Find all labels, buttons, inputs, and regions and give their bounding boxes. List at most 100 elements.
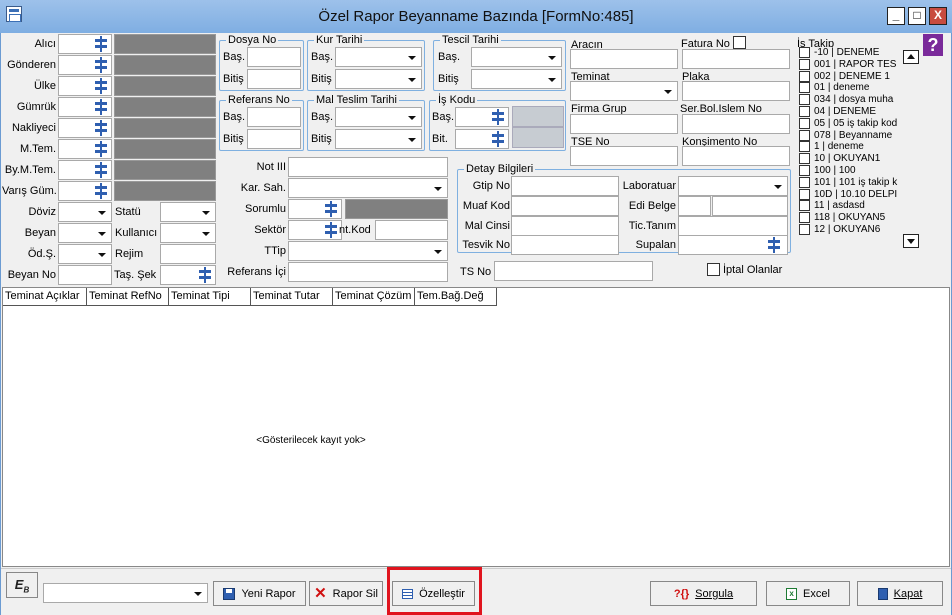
supalan-picker-icon[interactable] [765,236,783,254]
fatura-checkbox[interactable] [733,36,746,49]
list-scroll-down-button[interactable] [903,234,919,248]
beyan-dropdown[interactable] [58,223,112,243]
list-item-checkbox[interactable] [799,70,810,82]
list-item-checkbox[interactable] [799,82,810,94]
muaf-input[interactable] [511,196,619,216]
list-item[interactable]: 034 | dosya muha [797,94,921,106]
kons-input[interactable] [682,146,790,166]
mal-bas-date[interactable] [335,107,422,127]
teminat-dropdown[interactable] [570,81,678,101]
ttip-dropdown[interactable] [288,241,448,261]
rapor-sil-button[interactable]: ✕ Rapor Sil [309,581,383,606]
list-item[interactable]: 101 | 101 iş takip k [797,176,921,189]
kur-bas-date[interactable] [335,47,422,67]
list-item-checkbox[interactable] [799,58,810,70]
tic-input[interactable] [678,216,788,236]
tse-input[interactable] [570,146,678,166]
list-item[interactable]: 118 | OKUYAN5 [797,212,921,224]
gonderen-picker-icon[interactable] [92,56,110,74]
sorumlu-picker-icon[interactable] [322,200,340,218]
rejim-input[interactable] [160,244,216,264]
kapat-button[interactable]: Kapat [857,581,943,606]
list-item[interactable]: 05 | 05 iş takip kod [797,117,921,130]
mal-cinsi-input[interactable] [511,216,619,236]
kur-bitis-date[interactable] [335,69,422,89]
iptal-checkbox[interactable] [707,263,720,276]
grid-col-header[interactable]: Tem.Bağ.Değ [415,288,497,306]
grid-col-header[interactable]: Teminat Tipi [169,288,251,306]
referans-bitis-input[interactable] [247,129,301,149]
firma-input[interactable] [570,114,678,134]
list-item[interactable]: 01 | deneme [797,82,921,94]
list-item[interactable]: 078 | Beyanname [797,129,921,142]
doviz-dropdown[interactable] [58,202,112,222]
grid-col-header[interactable]: Teminat Çözüm [333,288,415,306]
report-select-dropdown[interactable] [43,583,208,603]
list-item-checkbox[interactable] [799,188,810,200]
list-item-checkbox[interactable] [799,164,810,176]
tescil-bitis-date[interactable] [471,69,562,89]
tescil-bas-date[interactable] [471,47,562,67]
logo-icon[interactable]: EB [6,572,38,598]
list-item-checkbox[interactable] [799,176,810,188]
list-item[interactable]: 100 | 100 [797,164,921,177]
referans-ici-input[interactable] [288,262,448,282]
mtem-picker-icon[interactable] [92,140,110,158]
list-item-checkbox[interactable] [799,153,810,165]
iskodu-bit-picker-icon[interactable] [489,130,507,148]
list-item-checkbox[interactable] [799,129,810,141]
referans-bas-input[interactable] [247,107,301,127]
edi-input-1[interactable] [678,196,711,216]
iskodu-bas-picker-icon[interactable] [489,108,507,126]
maximize-button[interactable]: □ [908,7,926,25]
ser-input[interactable] [682,114,790,134]
list-item[interactable]: 1 | deneme [797,141,921,153]
grid-col-header[interactable]: Teminat Tutar [251,288,333,306]
alici-picker-icon[interactable] [92,35,110,53]
grid-col-header[interactable]: Teminat Açıklar [3,288,87,306]
fatura-input[interactable] [682,49,790,69]
excel-button[interactable]: x Excel [766,581,850,606]
edi-input-2[interactable] [712,196,788,216]
nakliyeci-picker-icon[interactable] [92,119,110,137]
intkod-input[interactable] [375,220,448,240]
list-item-checkbox[interactable] [799,200,810,212]
kullanici-dropdown[interactable] [160,223,216,243]
yeni-rapor-button[interactable]: Yeni Rapor [213,581,306,606]
istakip-list[interactable]: -10 | DENEME 001 | RAPOR TES 002 | DENEM… [797,47,921,254]
lab-dropdown[interactable] [678,176,788,196]
tas-picker-icon[interactable] [196,266,214,284]
list-item-checkbox[interactable] [799,47,810,58]
gtip-input[interactable] [511,176,619,196]
tsno-input[interactable] [494,261,653,281]
close-button[interactable]: X [929,7,947,25]
dosya-bas-input[interactable] [247,47,301,67]
ulke-picker-icon[interactable] [92,77,110,95]
plaka-input[interactable] [682,81,790,101]
grid-col-header[interactable]: Teminat RefNo [87,288,169,306]
kar-sah-dropdown[interactable] [288,178,448,198]
bymtem-picker-icon[interactable] [92,161,110,179]
list-item-checkbox[interactable] [799,212,810,224]
list-item-checkbox[interactable] [799,141,810,153]
gumruk-picker-icon[interactable] [92,98,110,116]
list-item-checkbox[interactable] [799,117,810,129]
dosya-bitis-input[interactable] [247,69,301,89]
help-icon[interactable]: ? [923,34,943,56]
teminat-grid[interactable]: Teminat Açıklar Teminat RefNo Teminat Ti… [2,287,950,567]
not-input[interactable] [288,157,448,177]
statu-dropdown[interactable] [160,202,216,222]
list-item-checkbox[interactable] [799,94,810,106]
sektor-picker-icon[interactable] [322,221,340,239]
list-item[interactable]: 002 | DENEME 1 [797,70,921,83]
tesvik-input[interactable] [511,235,619,255]
minimize-button[interactable]: _ [887,7,905,25]
list-item[interactable]: 04 | DENEME [797,105,921,118]
mal-bitis-date[interactable] [335,129,422,149]
varis-picker-icon[interactable] [92,182,110,200]
aracin-input[interactable] [570,49,678,69]
list-item[interactable]: 11 | asdasd [797,200,921,212]
list-item[interactable]: 10D | 10.10 DELPI [797,188,921,201]
list-item-checkbox[interactable] [799,105,810,117]
list-scroll-up-button[interactable] [903,50,919,64]
